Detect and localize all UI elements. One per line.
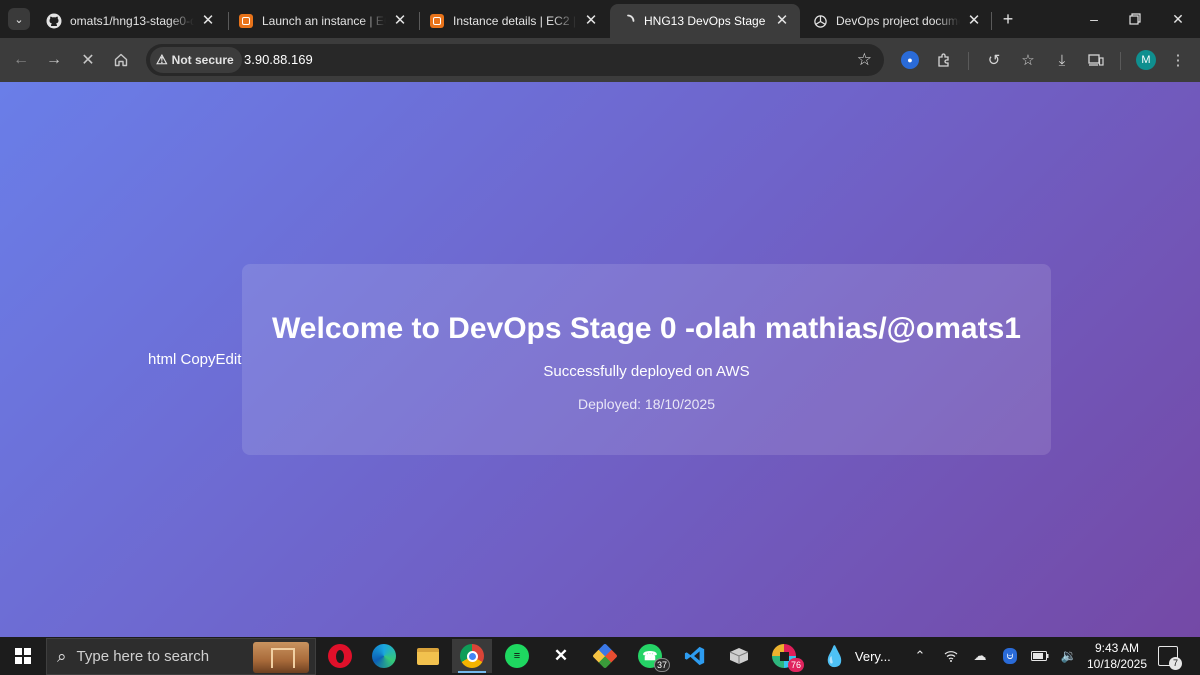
- windows-logo-icon: [15, 648, 31, 664]
- tab-title: DevOps project documen: [836, 14, 960, 28]
- extensions-puzzle-icon[interactable]: [932, 48, 956, 72]
- volume-icon[interactable]: 🔉: [1059, 646, 1079, 666]
- file-explorer-icon[interactable]: [408, 639, 448, 673]
- bluetooth-icon[interactable]: ⩁: [1000, 646, 1020, 666]
- toolbar-divider: [1120, 52, 1121, 70]
- tab-hng13-active[interactable]: HNG13 DevOps Stage 0 ✕: [610, 4, 800, 38]
- clock-date: 10/18/2025: [1086, 657, 1148, 671]
- chatgpt-icon: [812, 13, 828, 29]
- start-button[interactable]: [0, 637, 46, 675]
- spotify-icon[interactable]: ≡: [497, 639, 537, 673]
- home-icon[interactable]: [108, 47, 134, 73]
- stray-text: html CopyEdit: [148, 351, 242, 368]
- github-icon: [46, 13, 62, 29]
- tab-launch-instance[interactable]: Launch an instance | EC2 ✕: [228, 4, 418, 38]
- whatsapp-badge: 37: [653, 658, 670, 672]
- close-window-icon[interactable]: ✕: [1165, 6, 1191, 32]
- show-hidden-icons-chevron-icon[interactable]: ⌃: [910, 646, 930, 666]
- git-icon[interactable]: [585, 639, 625, 673]
- url-text[interactable]: 3.90.88.169: [244, 52, 313, 67]
- whatsapp-icon[interactable]: ☎ 37: [630, 639, 670, 673]
- slack-icon[interactable]: 76: [764, 639, 804, 673]
- close-icon[interactable]: ✕: [200, 13, 216, 29]
- page-viewport: html CopyEdit Welcome to DevOps Stage 0 …: [0, 82, 1200, 637]
- clock-time: 9:43 AM: [1094, 641, 1140, 655]
- security-label: Not secure: [171, 53, 234, 67]
- warning-triangle-icon: ⚠: [156, 52, 168, 67]
- aws-icon: [238, 13, 254, 29]
- tab-title: Launch an instance | EC2: [262, 14, 386, 28]
- site-security-chip[interactable]: ⚠ Not secure: [150, 47, 242, 73]
- weather-label: Very...: [854, 648, 891, 664]
- windows-taskbar: ⌕ Type here to search ≡ ✕ ☎ 37 76 💧 Very…: [0, 637, 1200, 675]
- edge-icon[interactable]: [364, 639, 404, 673]
- stop-loading-icon[interactable]: ✕: [75, 47, 101, 73]
- search-placeholder: Type here to search: [76, 648, 210, 665]
- cast-devices-icon[interactable]: [1084, 48, 1108, 72]
- more-menu-icon[interactable]: ⋮: [1166, 48, 1190, 72]
- close-icon[interactable]: ✕: [392, 13, 408, 29]
- tab-title: HNG13 DevOps Stage 0: [644, 14, 768, 28]
- favorites-star-icon[interactable]: ☆: [1016, 48, 1040, 72]
- welcome-card: Welcome to DevOps Stage 0 -olah mathias/…: [242, 264, 1051, 455]
- onedrive-cloud-icon[interactable]: ☁: [970, 646, 990, 666]
- toolbar-divider: [968, 52, 969, 70]
- search-highlight-image: [253, 642, 309, 673]
- tab-title: omats1/hng13-stage0-de: [70, 14, 194, 28]
- weather-widget[interactable]: 💧 Very...: [822, 639, 891, 673]
- messenger-extension-icon[interactable]: ●: [898, 48, 922, 72]
- tab-instance-details[interactable]: Instance details | EC2 | us ✕: [419, 4, 609, 38]
- minimize-icon[interactable]: –: [1081, 6, 1107, 32]
- aws-icon: [429, 13, 445, 29]
- deploy-status: Successfully deployed on AWS: [543, 363, 750, 380]
- new-tab-plus-icon[interactable]: +: [997, 8, 1019, 30]
- browser-toolbar: ← → ✕ ⚠ Not secure 3.90.88.169 ☆ ● ↺ ☆ ⤓…: [0, 38, 1200, 82]
- forward-arrow-icon[interactable]: →: [41, 47, 67, 73]
- profile-avatar[interactable]: M: [1134, 48, 1158, 72]
- tab-devops-doc[interactable]: DevOps project documen ✕: [802, 4, 992, 38]
- page-title: Welcome to DevOps Stage 0 -olah mathias/…: [272, 312, 1021, 345]
- close-icon[interactable]: ✕: [774, 13, 790, 29]
- opera-icon[interactable]: [320, 639, 360, 673]
- tab-search-chevron-icon[interactable]: ⌄: [8, 8, 30, 30]
- slack-badge: 76: [787, 658, 804, 672]
- notification-count: 7: [1169, 657, 1182, 670]
- download-icon[interactable]: ⤓: [1050, 48, 1074, 72]
- battery-icon[interactable]: [1030, 646, 1050, 666]
- close-icon[interactable]: ✕: [583, 13, 599, 29]
- box-app-icon[interactable]: [719, 639, 759, 673]
- tab-divider: [991, 12, 992, 30]
- taskbar-search-box[interactable]: ⌕ Type here to search: [46, 638, 316, 675]
- x-icon[interactable]: ✕: [541, 639, 581, 673]
- tab-github[interactable]: omats1/hng13-stage0-de ✕: [36, 4, 226, 38]
- restore-icon[interactable]: [1122, 6, 1148, 32]
- bookmark-star-icon[interactable]: ☆: [857, 50, 872, 70]
- taskbar-clock[interactable]: 9:43 AM 10/18/2025: [1084, 640, 1150, 672]
- tab-strip: ⌄ omats1/hng13-stage0-de ✕ Launch an ins…: [0, 0, 1200, 38]
- tab-title: Instance details | EC2 | us: [453, 14, 577, 28]
- raindrop-icon: 💧: [822, 645, 847, 668]
- vscode-icon[interactable]: [675, 639, 715, 673]
- address-bar[interactable]: ⚠ Not secure 3.90.88.169 ☆: [146, 44, 884, 76]
- close-icon[interactable]: ✕: [966, 13, 982, 29]
- chrome-icon[interactable]: [452, 639, 492, 673]
- wifi-icon[interactable]: [941, 646, 961, 666]
- deploy-date: Deployed: 18/10/2025: [578, 396, 715, 412]
- history-icon[interactable]: ↺: [982, 48, 1006, 72]
- back-arrow-icon[interactable]: ←: [8, 47, 34, 73]
- loading-spinner-icon: [620, 13, 636, 29]
- search-icon: ⌕: [57, 646, 67, 666]
- notification-center-icon[interactable]: 7: [1158, 646, 1182, 670]
